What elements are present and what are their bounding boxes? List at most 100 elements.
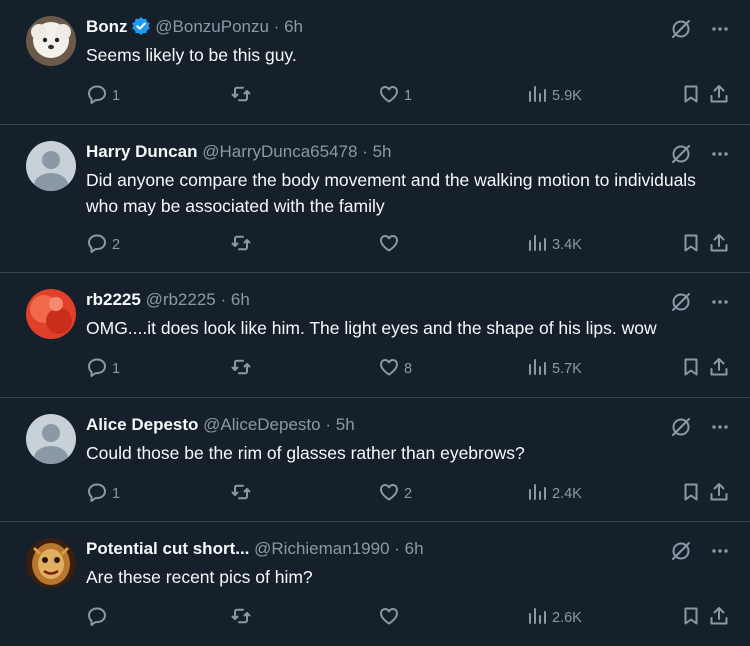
view-count: 2.6K [552, 610, 582, 626]
heart-icon [378, 232, 400, 258]
bookmark-button[interactable] [680, 233, 702, 257]
tweet[interactable]: Potential cut short... @Richieman1990 · … [0, 522, 750, 646]
tweet[interactable]: Bonz @BonzuPonzu · 6h Seems likely to be… [0, 0, 750, 125]
share-icon [708, 356, 730, 382]
share-button[interactable] [708, 357, 730, 381]
tweet-header: Alice Depesto @AliceDepesto · 5h [86, 414, 355, 436]
display-name[interactable]: Harry Duncan [86, 142, 197, 161]
more-options-icon[interactable] [710, 541, 730, 561]
bookmark-icon [680, 481, 702, 507]
reply-button[interactable]: 1 [86, 357, 120, 381]
user-handle[interactable]: @AliceDepesto [203, 415, 320, 434]
share-icon [708, 83, 730, 109]
reply-count: 1 [112, 361, 121, 377]
like-button[interactable] [378, 606, 404, 630]
action-bar: 1 1 5.9K [86, 84, 730, 108]
tweet[interactable]: Alice Depesto @AliceDepesto · 5h Could t… [0, 398, 750, 522]
action-bar: 1 8 5.7K [86, 357, 730, 381]
tweet-text: Seems likely to be this guy. [86, 45, 297, 65]
share-button[interactable] [708, 84, 730, 108]
retweet-button[interactable] [230, 482, 256, 506]
reply-button[interactable] [86, 606, 112, 630]
like-button[interactable]: 1 [378, 84, 412, 108]
bookmark-button[interactable] [680, 606, 702, 630]
more-options-icon[interactable] [710, 19, 730, 39]
reply-button[interactable]: 1 [86, 482, 120, 506]
more-options-icon[interactable] [710, 144, 730, 164]
bookmark-icon [680, 232, 702, 258]
separator-dot: · [394, 539, 400, 558]
retweet-button[interactable] [230, 606, 256, 630]
reply-count: 2 [112, 237, 121, 253]
reply-button[interactable]: 2 [86, 233, 120, 257]
user-handle[interactable]: @BonzuPonzu [155, 17, 269, 36]
grok-icon[interactable] [670, 540, 692, 562]
separator-dot: · [273, 17, 280, 36]
retweet-button[interactable] [230, 84, 256, 108]
like-button[interactable]: 2 [378, 482, 412, 506]
bookmark-button[interactable] [680, 357, 702, 381]
avatar[interactable] [26, 414, 76, 464]
like-count: 2 [404, 486, 413, 502]
user-handle[interactable]: @rb2225 [146, 290, 216, 309]
avatar[interactable] [26, 538, 76, 588]
bookmark-button[interactable] [680, 482, 702, 506]
avatar[interactable] [26, 289, 76, 339]
retweet-icon [230, 605, 252, 631]
user-handle[interactable]: @HarryDunca65478 [202, 142, 357, 161]
grok-icon[interactable] [670, 143, 692, 165]
bookmark-icon [680, 83, 702, 109]
grok-icon[interactable] [670, 416, 692, 438]
views-button[interactable]: 2.6K [526, 606, 582, 630]
views-chart-icon [526, 605, 548, 631]
timestamp[interactable]: 6h [284, 17, 303, 36]
views-chart-icon [526, 83, 548, 109]
tweet-header: Harry Duncan @HarryDunca65478 · 5h [86, 141, 392, 163]
display-name[interactable]: Potential cut short... [86, 539, 249, 558]
heart-icon [378, 356, 400, 382]
avatar[interactable] [26, 16, 76, 66]
share-button[interactable] [708, 233, 730, 257]
views-button[interactable]: 5.9K [526, 84, 582, 108]
timestamp[interactable]: 6h [405, 539, 424, 558]
user-handle[interactable]: @Richieman1990 [254, 539, 389, 558]
retweet-button[interactable] [230, 357, 256, 381]
bookmark-icon [680, 356, 702, 382]
like-button[interactable]: 8 [378, 357, 412, 381]
share-button[interactable] [708, 606, 730, 630]
timestamp[interactable]: 5h [336, 415, 355, 434]
bookmark-button[interactable] [680, 84, 702, 108]
tweet[interactable]: Harry Duncan @HarryDunca65478 · 5h Did a… [0, 125, 750, 273]
view-count: 5.7K [552, 361, 582, 377]
grok-icon[interactable] [670, 18, 692, 40]
more-options-icon[interactable] [710, 417, 730, 437]
display-name[interactable]: Alice Depesto [86, 415, 198, 434]
reply-icon [86, 83, 108, 109]
share-button[interactable] [708, 482, 730, 506]
retweet-icon [230, 481, 252, 507]
grok-icon[interactable] [670, 291, 692, 313]
separator-dot: · [220, 290, 227, 309]
views-chart-icon [526, 356, 548, 382]
retweet-button[interactable] [230, 233, 256, 257]
reply-button[interactable]: 1 [86, 84, 120, 108]
views-button[interactable]: 3.4K [526, 233, 582, 257]
views-chart-icon [526, 232, 548, 258]
like-button[interactable] [378, 233, 404, 257]
avatar[interactable] [26, 141, 76, 191]
display-name[interactable]: Bonz [86, 17, 128, 36]
more-options-icon[interactable] [710, 292, 730, 312]
timestamp[interactable]: 6h [231, 290, 250, 309]
tweet-text: Did anyone compare the body movement and… [86, 170, 696, 216]
tweet[interactable]: rb2225 @rb2225 · 6h OMG....it does look … [0, 273, 750, 398]
reply-feed: Bonz @BonzuPonzu · 6h Seems likely to be… [0, 0, 750, 646]
share-icon [708, 232, 730, 258]
reply-icon [86, 232, 108, 258]
separator-dot: · [362, 142, 368, 161]
views-button[interactable]: 2.4K [526, 482, 582, 506]
display-name[interactable]: rb2225 [86, 290, 141, 309]
reply-count: 1 [112, 88, 121, 104]
tweet-text: Could those be the rim of glasses rather… [86, 443, 525, 463]
views-button[interactable]: 5.7K [526, 357, 582, 381]
timestamp[interactable]: 5h [373, 142, 392, 161]
